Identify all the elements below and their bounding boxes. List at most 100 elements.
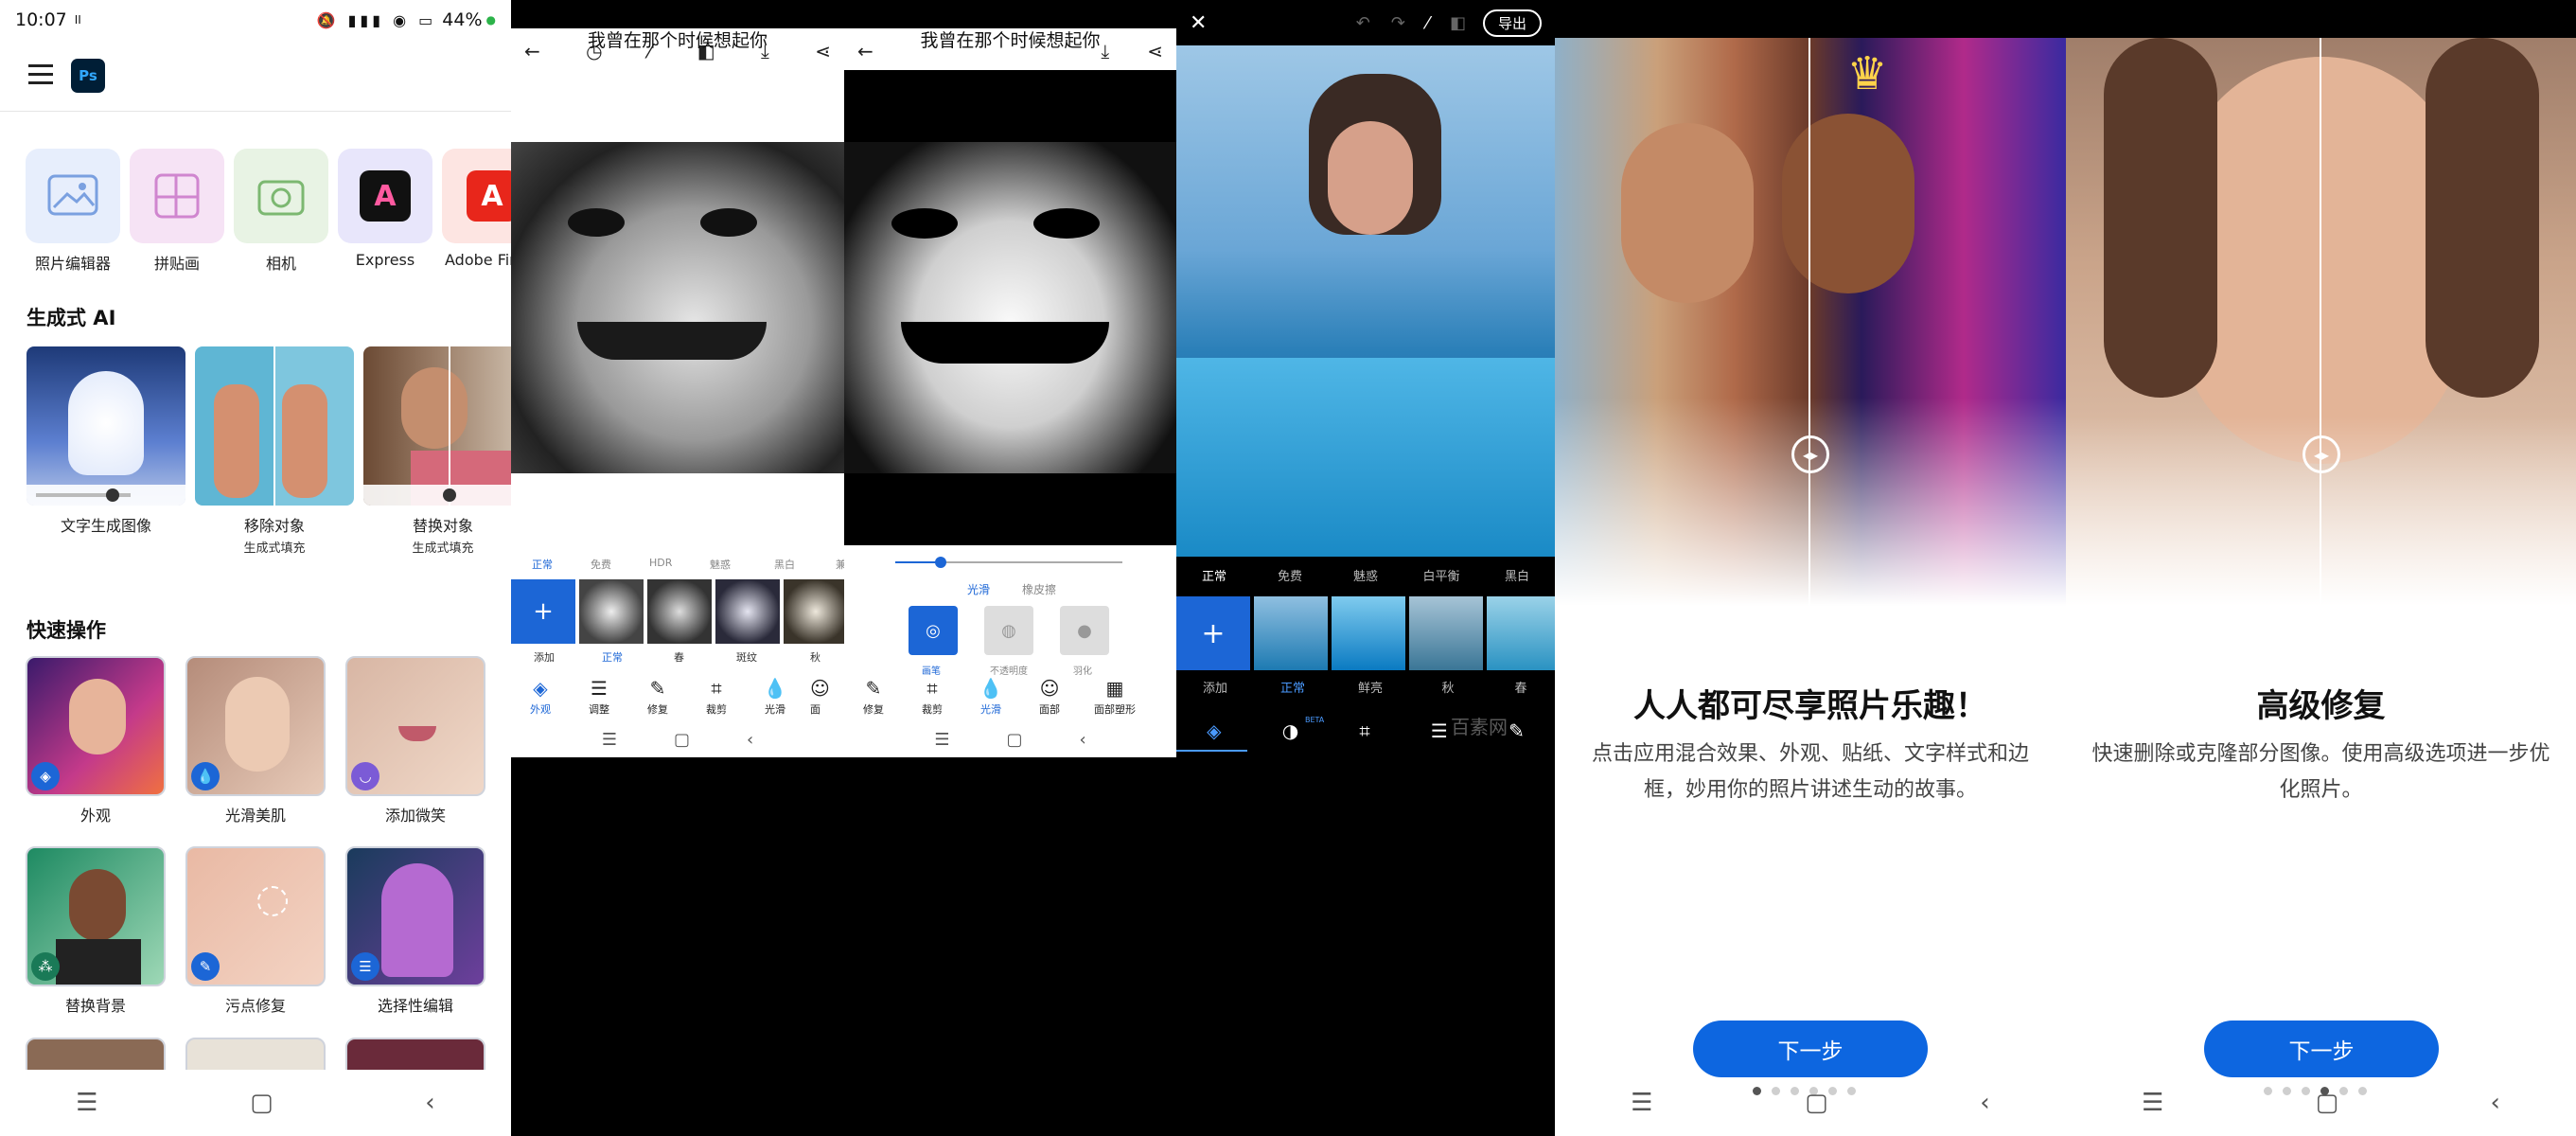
brush-option[interactable]: ◎ — [909, 606, 958, 655]
close-icon[interactable]: ✕ — [1190, 11, 1207, 35]
eye-blob — [1033, 208, 1100, 239]
add-look-button[interactable]: + — [511, 579, 575, 644]
auto-fix-icon[interactable]: ⁄ — [1426, 13, 1429, 33]
crop-icon[interactable]: ⌗ — [1359, 719, 1369, 742]
next-button[interactable]: 下一步 — [1693, 1021, 1928, 1077]
app-express[interactable]: A — [338, 149, 432, 243]
tool-face-shape[interactable]: ▦ 面部塑形 — [1085, 677, 1145, 717]
filter-tab[interactable]: 黑白 — [774, 557, 795, 572]
look-thumb[interactable] — [715, 579, 780, 644]
next-button[interactable]: 下一步 — [2204, 1021, 2439, 1077]
gen-card-replace-object[interactable] — [363, 346, 511, 506]
filter-tab[interactable]: 魅惑 — [1328, 566, 1403, 584]
filter-tab[interactable]: 黑白 — [1479, 566, 1555, 584]
filter-tab[interactable]: 魅惑 — [710, 557, 731, 572]
recents-icon[interactable]: ☰ — [76, 1089, 97, 1117]
look-thumb[interactable] — [784, 579, 844, 644]
compare-handle[interactable]: ◂▸ — [2303, 435, 2340, 473]
gen-card-remove-object[interactable] — [195, 346, 354, 506]
mode-tab-eraser[interactable]: 橡皮擦 — [1022, 581, 1056, 597]
slider-handle[interactable] — [935, 557, 946, 568]
tool-face[interactable]: ☺ 面部 — [1026, 677, 1073, 717]
overlay-icon[interactable]: ◑ — [1282, 719, 1298, 742]
app-collage[interactable] — [130, 149, 224, 243]
ps-logo[interactable]: Ps — [71, 59, 105, 93]
intro-description: 快速删除或克隆部分图像。使用高级选项进一步优化照片。 — [2091, 742, 2550, 802]
look-thumb[interactable] — [647, 579, 712, 644]
undo-icon[interactable]: ↶ — [1356, 13, 1370, 33]
back-icon[interactable]: ‹ — [1079, 730, 1085, 750]
app-photo-editor[interactable] — [26, 149, 120, 243]
express-icon: A — [360, 170, 411, 222]
back-icon[interactable]: ‹ — [747, 730, 753, 750]
recents-icon[interactable]: ☰ — [2142, 1089, 2163, 1117]
menu-icon[interactable] — [28, 64, 53, 85]
look-thumb[interactable] — [1487, 596, 1555, 670]
tool-adjust[interactable]: ☰ 调整 — [575, 677, 623, 717]
look-thumb[interactable] — [1332, 596, 1405, 670]
back-icon[interactable]: ‹ — [425, 1089, 434, 1117]
tool-label: 修复 — [647, 703, 668, 716]
home-icon[interactable]: ▢ — [674, 730, 690, 750]
quick-add-smile[interactable]: ◡ — [345, 656, 485, 796]
grid-icon: ▦ — [1105, 677, 1124, 700]
eye-blob — [568, 208, 625, 237]
filter-tab[interactable]: 免费 — [1252, 566, 1328, 584]
compare-icon[interactable]: ◧ — [1450, 13, 1466, 33]
back-icon[interactable]: ‹ — [1980, 1089, 1989, 1117]
tool-smooth[interactable]: 💧 光滑 — [967, 677, 1015, 717]
compare-handle[interactable]: ◂▸ — [1791, 435, 1829, 473]
gen-card-text-to-image[interactable] — [26, 346, 185, 506]
look-thumb[interactable] — [579, 579, 644, 644]
quick-smooth-skin[interactable]: 💧 — [185, 656, 326, 796]
home-icon[interactable]: ▢ — [1805, 1089, 1828, 1117]
filter-tab[interactable]: 白平衡 — [1403, 566, 1479, 584]
quick-spot-heal[interactable]: ✎ — [185, 846, 326, 986]
back-icon[interactable]: ‹ — [2490, 1089, 2499, 1117]
tool-label: 裁剪 — [706, 703, 727, 716]
home-icon[interactable]: ▢ — [2316, 1089, 2339, 1117]
watermark: 百素网 — [1451, 716, 1508, 738]
opacity-option[interactable]: ◍ — [984, 606, 1033, 655]
app-adobe-firefly[interactable]: A — [442, 149, 511, 243]
filter-tab[interactable]: HDR — [649, 557, 672, 569]
looks-icon[interactable]: ◈ — [1207, 719, 1221, 742]
filter-tab[interactable]: 正常 — [1176, 566, 1252, 584]
tool-heal[interactable]: ✎ 修复 — [634, 677, 681, 717]
tool-crop[interactable]: ⌗ 裁剪 — [693, 677, 740, 717]
export-button[interactable]: 导出 — [1482, 9, 1542, 37]
quick-selective-edit[interactable]: ☰ — [345, 846, 485, 986]
app-camera[interactable] — [234, 149, 328, 243]
home-icon[interactable]: ▢ — [1006, 730, 1022, 750]
filter-tab[interactable]: 免费 — [591, 557, 611, 572]
sliders-icon[interactable]: ☰ — [1431, 719, 1448, 742]
tool-smooth[interactable]: 💧 光滑 — [751, 677, 799, 717]
feather-option[interactable]: ● — [1060, 606, 1109, 655]
redo-icon[interactable]: ↷ — [1391, 13, 1405, 33]
feather-icon: ● — [1077, 620, 1092, 641]
tool-heal[interactable]: ✎ 修复 — [850, 677, 897, 717]
tool-looks[interactable]: ◈ 外观 — [517, 677, 564, 717]
recents-icon[interactable]: ☰ — [1631, 1089, 1652, 1117]
recents-icon[interactable]: ☰ — [602, 730, 617, 750]
bandage-icon[interactable]: ✎ — [1509, 719, 1525, 742]
home-icon[interactable]: ▢ — [250, 1089, 273, 1117]
tool-face[interactable]: ☺ 面 — [810, 677, 844, 717]
slider-handle — [106, 488, 119, 502]
editor-looks-screen: ← ◷ ⁄ ◧ ⤓ ⋖ 我曾在那个时候想起你 正常 免费 HDR 魅惑 黑白 兼… — [511, 0, 844, 1136]
app-label: 照片编辑器 — [34, 255, 111, 273]
quick-looks[interactable]: ◈ — [26, 656, 166, 796]
look-thumb[interactable] — [1254, 596, 1328, 670]
tool-crop[interactable]: ⌗ 裁剪 — [909, 677, 956, 717]
thumb-label: 正常 — [1279, 682, 1305, 696]
quick-replace-background[interactable]: ⁂ — [26, 846, 166, 986]
recents-icon[interactable]: ☰ — [934, 730, 949, 750]
look-thumb[interactable] — [1409, 596, 1483, 670]
face-icon: ☺ — [810, 677, 830, 700]
gen-label: 文字生成图像 — [60, 517, 151, 535]
filter-tab[interactable]: 正常 — [532, 557, 553, 572]
option-label: 不透明度 — [990, 666, 1028, 677]
add-look-button[interactable]: + — [1176, 596, 1250, 670]
filter-tab[interactable]: 兼 — [836, 557, 844, 572]
mode-tab-smooth[interactable]: 光滑 — [967, 581, 990, 597]
